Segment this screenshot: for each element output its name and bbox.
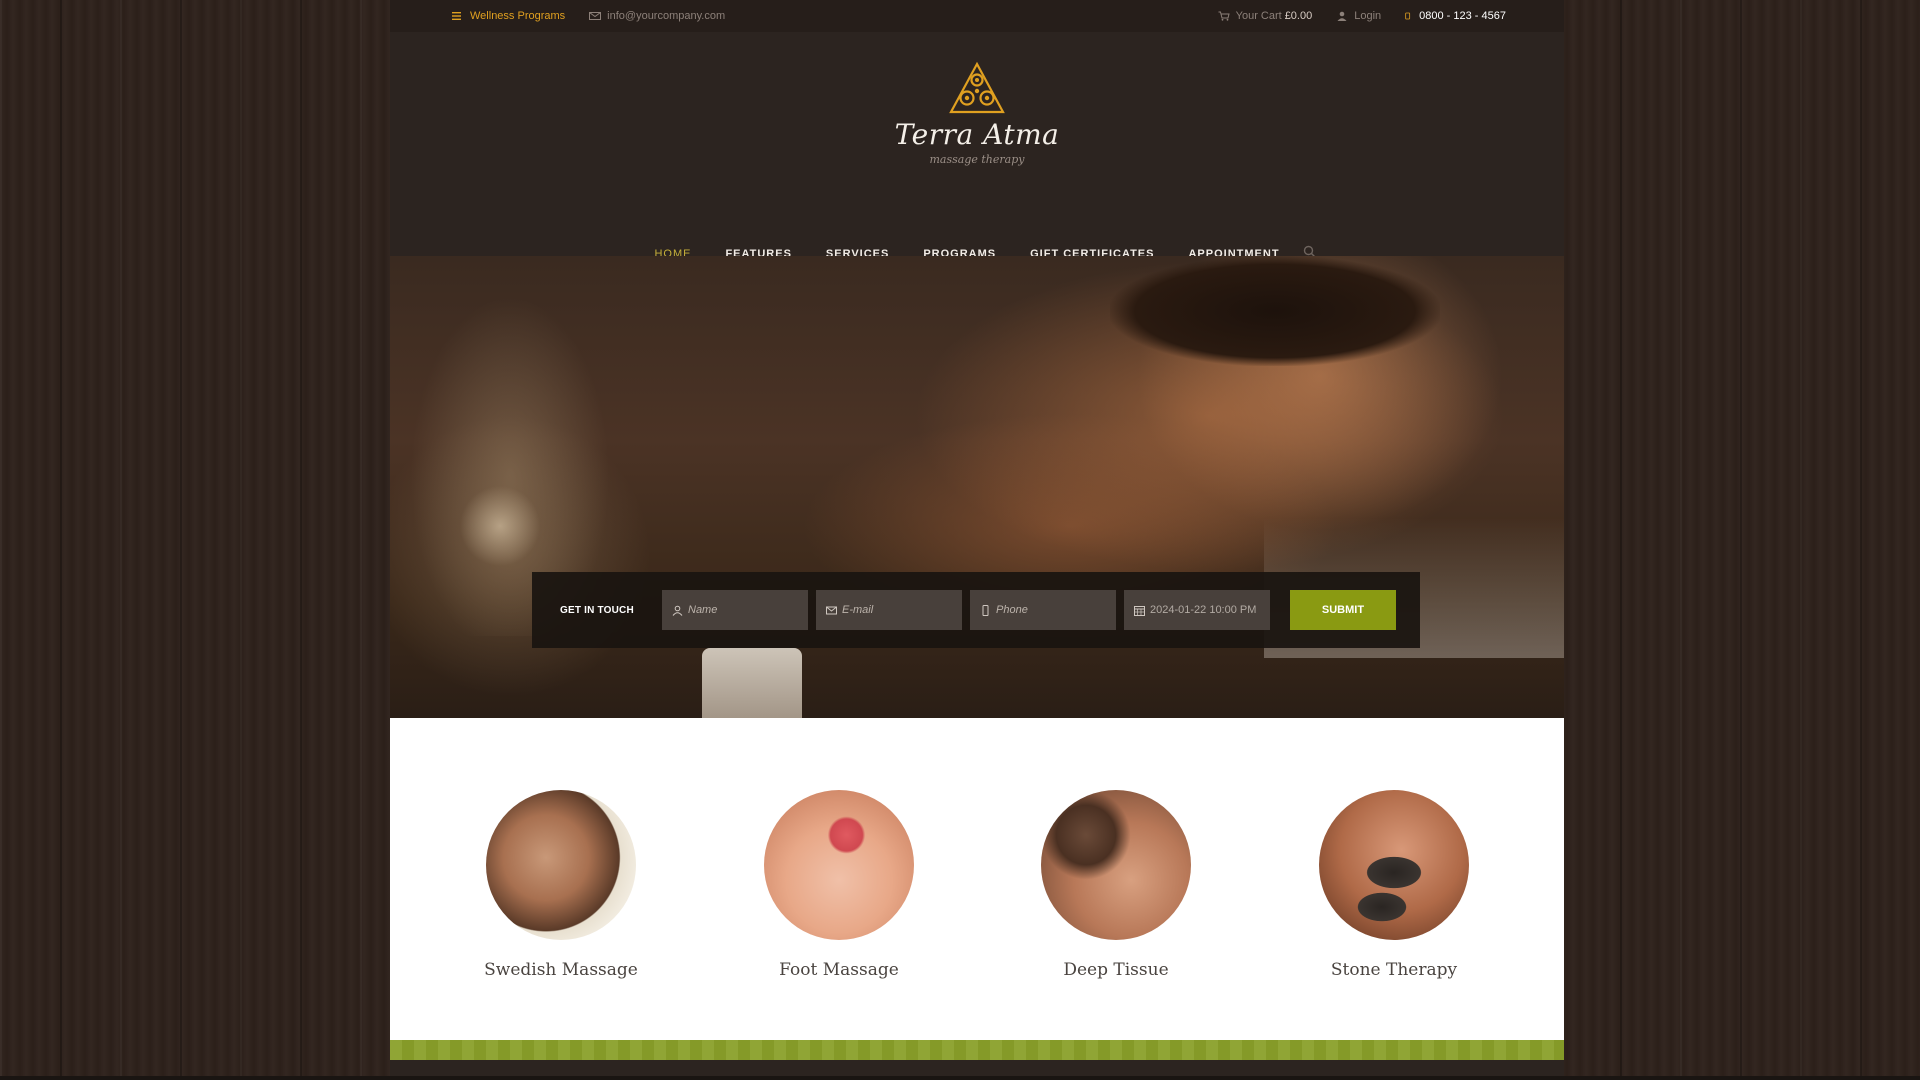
envelope-icon: [826, 606, 837, 614]
user-icon: [672, 605, 683, 616]
email-field[interactable]: [816, 590, 962, 630]
login-label: Login: [1354, 10, 1382, 22]
woman-relaxing-image[interactable]: [486, 790, 636, 940]
page: Wellness Programs info@yourcompany.com Y…: [390, 0, 1564, 1080]
contact-form: GET IN TOUCH Name E-mail Phone 2024-01-2…: [532, 572, 1420, 648]
login-link[interactable]: Login: [1336, 10, 1381, 22]
date-field[interactable]: [1124, 590, 1270, 630]
email-address: info@yourcompany.com: [607, 10, 726, 22]
logo[interactable]: Terra Atma massage therapy: [390, 60, 1564, 166]
submit-button[interactable]: SUBMIT: [1290, 590, 1396, 630]
menu-icon: [452, 12, 461, 20]
service-label[interactable]: Stone Therapy: [1294, 960, 1494, 980]
brand-title: Terra Atma: [894, 118, 1060, 151]
top-bar: Wellness Programs info@yourcompany.com Y…: [390, 0, 1564, 32]
hero-banner: GET IN TOUCH Name E-mail Phone 2024-01-2…: [390, 256, 1564, 718]
name-input[interactable]: [688, 604, 798, 616]
header: Terra Atma massage therapy HOME FEATURES…: [390, 32, 1564, 260]
wellness-programs-link[interactable]: Wellness Programs: [452, 10, 565, 22]
service-card-stone-therapy[interactable]: Stone Therapy: [1294, 790, 1494, 980]
hero-candle: [702, 648, 802, 718]
wellness-programs-label: Wellness Programs: [470, 10, 566, 22]
services-section: Swedish Massage Foot Massage Deep Tissue…: [390, 718, 1564, 1060]
date-input[interactable]: [1150, 604, 1260, 616]
hero-image-man: [1110, 256, 1440, 366]
cart-total: £0.00: [1284, 10, 1313, 22]
foot-massage-image[interactable]: [764, 790, 914, 940]
user-icon: [1337, 11, 1347, 21]
service-label[interactable]: Swedish Massage: [461, 960, 661, 980]
brand-subtitle: massage therapy: [929, 153, 1025, 166]
phone-link[interactable]: 0800 - 123 - 4567: [1405, 10, 1506, 22]
name-field[interactable]: [662, 590, 808, 630]
email-link[interactable]: info@yourcompany.com: [589, 10, 725, 22]
mobile-phone-icon: [982, 604, 989, 616]
cart-label: Your Cart: [1235, 10, 1282, 22]
service-label[interactable]: Foot Massage: [739, 960, 939, 980]
bottom-edge: [0, 1076, 1920, 1080]
service-label[interactable]: Deep Tissue: [1016, 960, 1216, 980]
mobile-phone-icon: [1405, 12, 1411, 20]
footer-decorative-strip: [390, 1040, 1564, 1060]
phone-field[interactable]: [970, 590, 1116, 630]
service-card-foot-massage[interactable]: Foot Massage: [739, 790, 939, 980]
deep-tissue-image[interactable]: [1041, 790, 1191, 940]
service-card-swedish-massage[interactable]: Swedish Massage: [461, 790, 661, 980]
envelope-icon: [589, 12, 602, 20]
phone-number: 0800 - 123 - 4567: [1419, 10, 1506, 22]
triskele-logo-icon: [949, 61, 1005, 114]
cart-icon: [1218, 11, 1230, 21]
hot-stones-image[interactable]: [1319, 790, 1469, 940]
cart-link[interactable]: Your Cart £0.00: [1218, 10, 1313, 22]
email-input[interactable]: [842, 604, 952, 616]
phone-input[interactable]: [996, 604, 1106, 616]
contact-form-title: GET IN TOUCH: [560, 604, 634, 616]
calendar-icon: [1134, 605, 1145, 616]
service-card-deep-tissue[interactable]: Deep Tissue: [1016, 790, 1216, 980]
